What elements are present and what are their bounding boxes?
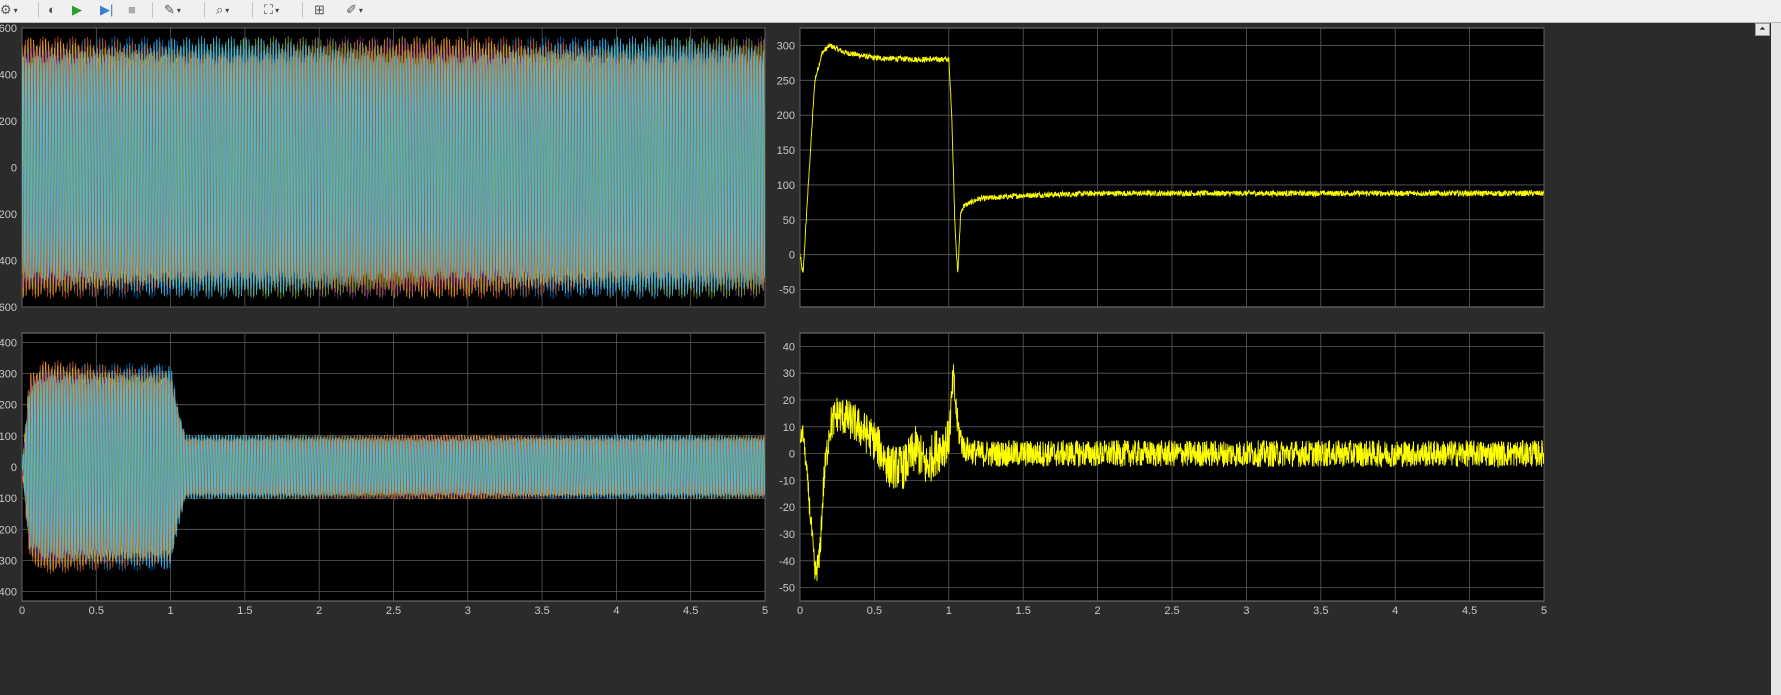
chart-top-left: 600 400 200 0 -200 -400 -600	[0, 23, 766, 314]
y-tick-label: -400	[0, 587, 17, 599]
y-tick-label: 100	[0, 431, 17, 443]
y-tick-label: 0	[789, 449, 795, 461]
x-tick-label: 3	[1243, 605, 1249, 617]
y-tick-label: 300	[0, 369, 17, 381]
y-tick-label: -20	[779, 502, 795, 514]
x-tick-label: 2	[1095, 605, 1101, 617]
x-tick-label: 0.5	[89, 605, 104, 617]
x-tick-label: 0	[797, 605, 803, 617]
y-tick-label: 0	[11, 163, 17, 175]
y-tick-label: 250	[777, 75, 795, 87]
x-tick-label: 4.5	[683, 605, 698, 617]
chart-bottom-left: 4003002001000-100-200-300-40000.511.522.…	[0, 332, 768, 617]
y-tick-label: 0	[789, 250, 795, 262]
x-tick-label: 2.5	[386, 605, 401, 617]
plot-area: 6004002000-200-400-600300250200150100500…	[0, 23, 1547, 617]
x-tick-label: 4	[613, 605, 619, 617]
x-tick-label: 1	[168, 605, 174, 617]
x-tick-label: 5	[1541, 605, 1547, 617]
y-tick-label: 200	[777, 110, 795, 122]
x-tick-label: 3.5	[1313, 605, 1328, 617]
y-tick-label: 20	[783, 395, 795, 407]
x-tick-label: 1.5	[237, 605, 252, 617]
x-tick-label: 1	[946, 605, 952, 617]
y-tick-label: -300	[0, 555, 17, 567]
y-tick-label: -30	[779, 529, 795, 541]
y-tick-label: -100	[0, 493, 17, 505]
right-scrollbar[interactable]	[1771, 23, 1781, 695]
chart-top-right: 300 250 200 150 100 50 0 -50	[777, 27, 1545, 308]
y-tick-label: -50	[779, 583, 795, 595]
series-group	[22, 36, 765, 299]
undock-icon[interactable]: ⏶	[1755, 23, 1770, 36]
y-tick-label: -40	[779, 556, 795, 568]
y-tick-label: 100	[777, 180, 795, 192]
y-tick-label: 40	[783, 341, 795, 353]
x-tick-label: 3.5	[534, 605, 549, 617]
y-tick-label: -200	[0, 209, 17, 221]
y-tick-label: -600	[0, 302, 17, 314]
y-tick-label: -200	[0, 524, 17, 536]
y-tick-label: 400	[0, 70, 17, 82]
y-tick-label: 200	[0, 400, 17, 412]
y-tick-label: 400	[0, 337, 17, 349]
y-tick-label: 200	[0, 116, 17, 128]
x-tick-label: 3	[465, 605, 471, 617]
x-tick-label: 4.5	[1462, 605, 1477, 617]
x-tick-label: 2	[316, 605, 322, 617]
x-tick-label: 5	[762, 605, 768, 617]
x-tick-label: 0.5	[867, 605, 882, 617]
y-tick-label: -400	[0, 256, 17, 268]
x-tick-label: 0	[19, 605, 25, 617]
y-tick-label: 30	[783, 368, 795, 380]
x-tick-label: 1.5	[1016, 605, 1031, 617]
y-tick-label: 150	[777, 145, 795, 157]
y-tick-label: -10	[779, 475, 795, 487]
y-tick-label: 600	[0, 23, 17, 35]
y-tick-label: 0	[11, 462, 17, 474]
y-tick-label: -50	[779, 285, 795, 297]
y-tick-label: 10	[783, 422, 795, 434]
y-tick-label: 300	[777, 40, 795, 52]
x-tick-label: 2.5	[1164, 605, 1179, 617]
y-tick-label: 50	[783, 215, 795, 227]
chart-bottom-right: 403020100-10-20-30-40-500 0.5 1 1.5 2 2.5 3 3.5…	[779, 332, 1547, 617]
x-tick-label: 4	[1392, 605, 1398, 617]
